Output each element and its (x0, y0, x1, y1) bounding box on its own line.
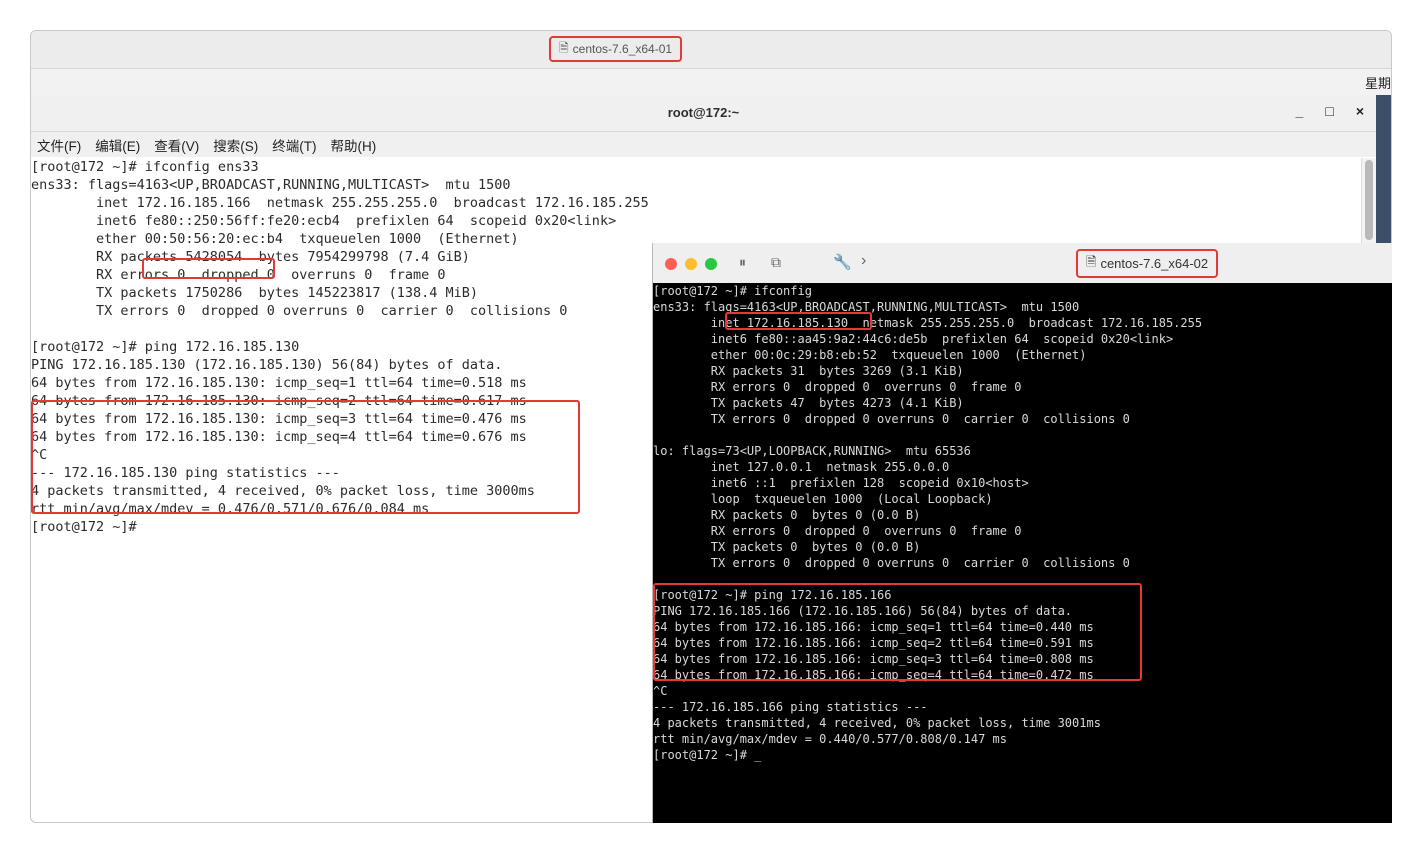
console-line: inet 127.0.0.1 netmask 255.0.0.0 (653, 460, 950, 474)
vm-document-icon: 🗎 (559, 40, 569, 55)
terminal-line: PING 172.16.185.130 (172.16.185.130) 56(… (31, 357, 503, 373)
console-line: lo: flags=73<UP,LOOPBACK,RUNNING> mtu 65… (653, 444, 971, 458)
terminal-line: TX packets 1750286 bytes 145223817 (138.… (31, 285, 479, 301)
menu-view[interactable]: 查看(V) (154, 135, 199, 155)
console-line: ether 00:0c:29:b8:eb:52 txqueuelen 1000 … (653, 348, 1087, 362)
console-line: [root@172 ~]# _ (653, 748, 762, 762)
vm-tab-02[interactable]: 🗎 centos-7.6_x64-02 (1076, 249, 1219, 278)
console-line: RX errors 0 dropped 0 overruns 0 frame 0 (653, 524, 1022, 538)
guest-top-bar: 星期 (31, 69, 1391, 96)
console-line: inet6 ::1 prefixlen 128 scopeid 0x10<hos… (653, 476, 1029, 490)
terminal-titlebar[interactable]: root@172:~ _ □ × (31, 95, 1376, 132)
console-line: TX errors 0 dropped 0 overruns 0 carrier… (653, 556, 1130, 570)
inet-address-highlight (142, 258, 275, 279)
console-line: rtt min/avg/max/mdev = 0.440/0.577/0.808… (653, 732, 1008, 746)
terminal-line: [root@172 ~]# ping 172.16.185.130 (31, 339, 300, 355)
terminal-line: [root@172 ~]# ifconfig ens33 (31, 159, 259, 175)
maximize-button[interactable]: □ (1325, 103, 1333, 119)
vm2-console[interactable]: [root@172 ~]# ifconfig ens33: flags=4163<… (653, 283, 1392, 823)
menu-edit[interactable]: 编辑(E) (95, 135, 140, 155)
console-line: ^C (653, 684, 668, 698)
forward-chevron-icon[interactable]: › (861, 252, 866, 270)
console-line: TX errors 0 dropped 0 overruns 0 carrier… (653, 412, 1130, 426)
terminal-line: [root@172 ~]# (31, 519, 137, 535)
terminal-line: ens33: flags=4163<UP,BROADCAST,RUNNING,M… (31, 177, 511, 193)
vm2-titlebar[interactable]: ⏸ ⧉ 🔧 › 🗎 centos-7.6_x64-02 (653, 243, 1392, 284)
console-line: RX errors 0 dropped 0 overruns 0 frame 0 (653, 380, 1022, 394)
terminal-line: 64 bytes from 172.16.185.130: icmp_seq=1… (31, 375, 527, 391)
terminal-line: ether 00:50:56:20:ec:b4 txqueuelen 1000 … (31, 231, 519, 247)
menu-help[interactable]: 帮助(H) (331, 135, 377, 155)
console-line: inet6 fe80::aa45:9a2:44c6:de5b prefixlen… (653, 332, 1174, 346)
close-button[interactable]: × (1356, 103, 1364, 119)
scrollbar-thumb[interactable] (1365, 160, 1373, 240)
menu-search[interactable]: 搜索(S) (213, 135, 258, 155)
menu-file[interactable]: 文件(F) (37, 135, 81, 155)
guest-clock[interactable]: 星期 (1365, 73, 1391, 92)
console-line: loop txqueuelen 1000 (Local Loopback) (653, 492, 993, 506)
vm-document-icon: 🗎 (1086, 253, 1097, 269)
console-line: RX packets 31 bytes 3269 (3.1 KiB) (653, 364, 964, 378)
console-line: 4 packets transmitted, 4 received, 0% pa… (653, 716, 1101, 730)
vm-tab-title: centos-7.6_x64-01 (572, 42, 673, 56)
console-line: [root@172 ~]# ifconfig (653, 284, 812, 298)
zoom-traffic-light[interactable] (705, 258, 717, 270)
minimize-traffic-light[interactable] (685, 258, 697, 270)
close-traffic-light[interactable] (665, 258, 677, 270)
minimize-button[interactable]: _ (1296, 103, 1304, 119)
ping-output-highlight (31, 400, 580, 514)
terminal-line: TX errors 0 dropped 0 overruns 0 carrier… (31, 303, 568, 319)
terminal-title: root@172:~ (667, 105, 740, 120)
console-line: TX packets 47 bytes 4273 (4.1 KiB) (653, 396, 964, 410)
terminal-line: inet 172.16.185.166 netmask 255.255.255.… (31, 195, 649, 211)
terminal-menubar: 文件(F) 编辑(E) 查看(V) 搜索(S) 终端(T) 帮助(H) (31, 132, 1376, 157)
vm-window-02: ⏸ ⧉ 🔧 › 🗎 centos-7.6_x64-02 [root@172 ~]… (652, 243, 1392, 823)
ping-output-highlight (653, 583, 1142, 681)
console-line: TX packets 0 bytes 0 (0.0 B) (653, 540, 921, 554)
pause-icon[interactable]: ⏸ (739, 254, 746, 271)
vm-window-titlebar: 🗎 centos-7.6_x64-01 (31, 31, 1391, 69)
window-controls: _ □ × (1296, 103, 1364, 119)
terminal-line: inet6 fe80::250:56ff:fe20:ecb4 prefixlen… (31, 213, 617, 229)
console-line: RX packets 0 bytes 0 (0.0 B) (653, 508, 921, 522)
console-line: --- 172.16.185.166 ping statistics --- (653, 700, 928, 714)
snapshot-icon[interactable]: ⧉ (771, 254, 781, 271)
inet-address-highlight (725, 312, 872, 330)
menu-terminal[interactable]: 终端(T) (272, 135, 316, 155)
settings-wrench-icon[interactable]: 🔧 (833, 253, 852, 271)
vm-tab-title: centos-7.6_x64-02 (1100, 256, 1209, 271)
vm-tab-01[interactable]: 🗎 centos-7.6_x64-01 (549, 36, 683, 62)
